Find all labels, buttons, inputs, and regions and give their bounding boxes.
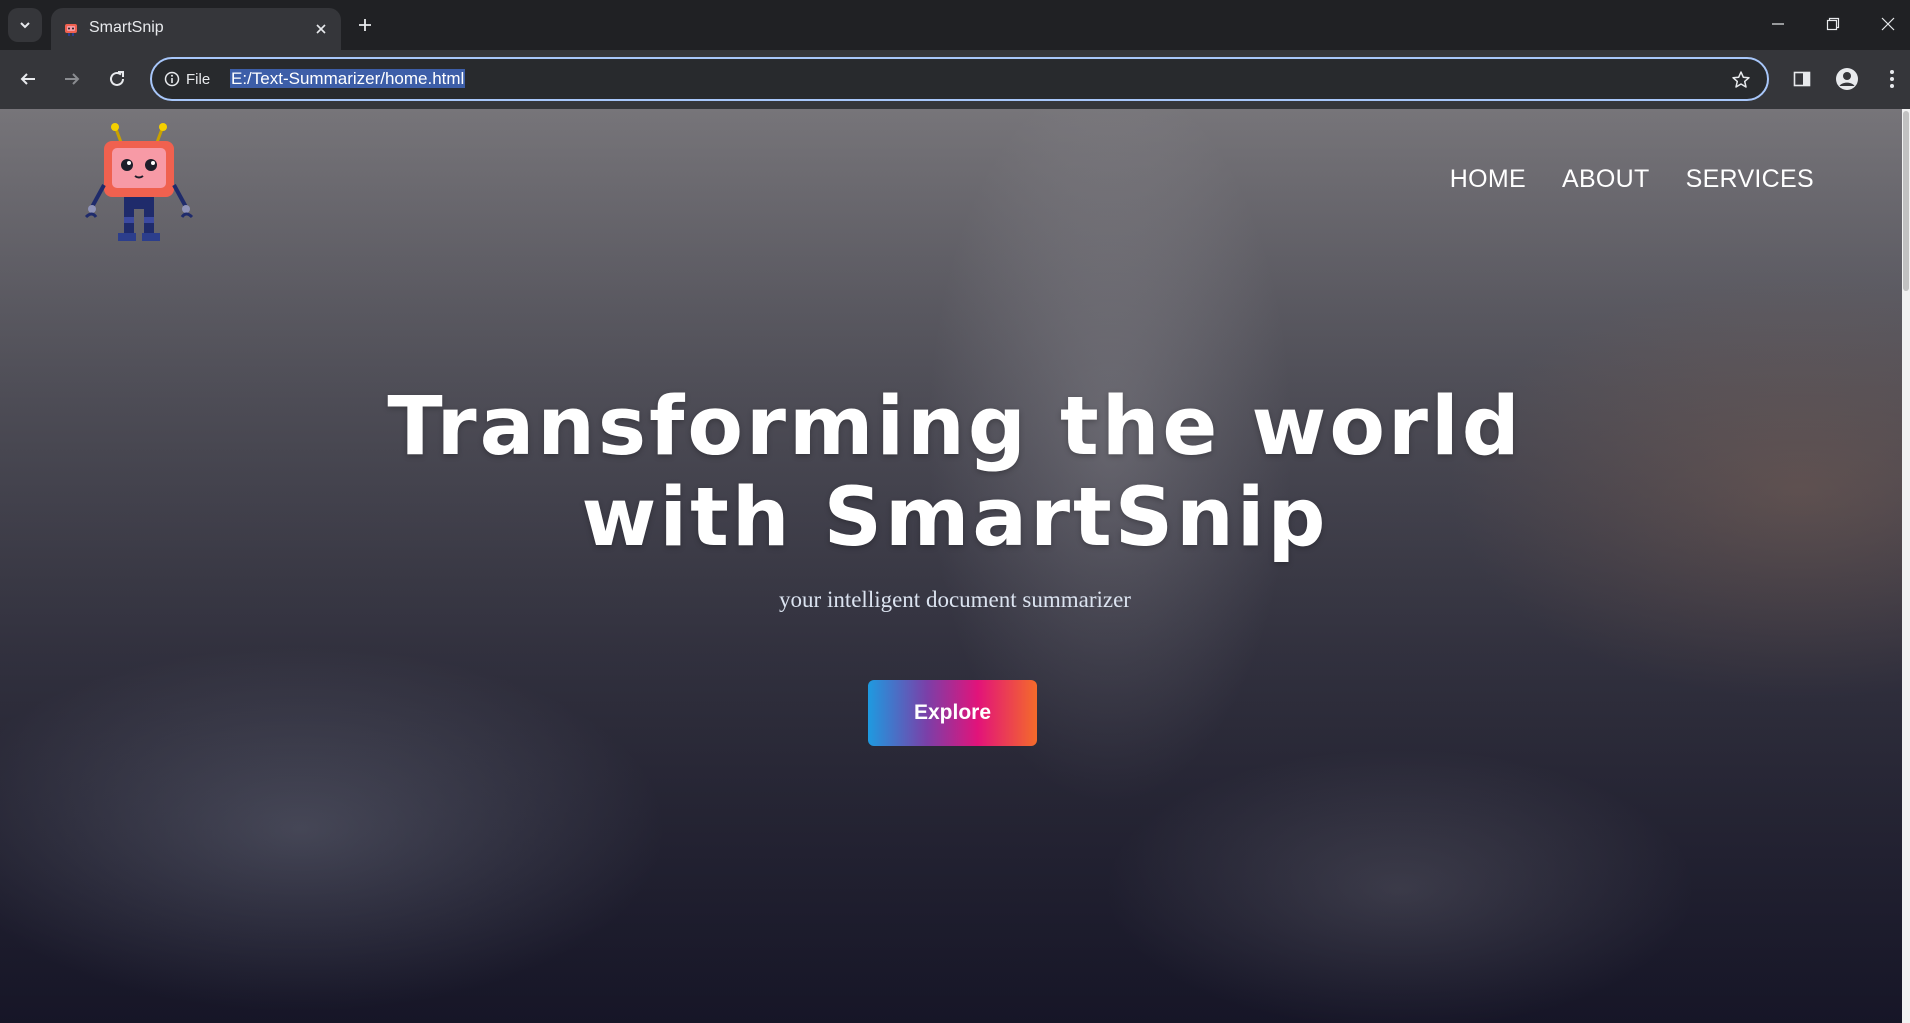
main-nav: HOME ABOUT SERVICES xyxy=(1450,165,1814,194)
site-info-button[interactable]: File xyxy=(164,68,210,90)
explore-button[interactable]: Explore xyxy=(868,680,1037,746)
forward-arrow-icon xyxy=(65,73,80,85)
plus-icon xyxy=(359,19,371,31)
tab-search-button[interactable] xyxy=(8,8,42,42)
bookmark-button[interactable] xyxy=(1729,68,1753,92)
tab-title: SmartSnip xyxy=(89,19,164,36)
side-panel-icon xyxy=(1793,71,1811,87)
restore-button[interactable] xyxy=(1811,8,1855,40)
reload-button[interactable] xyxy=(101,63,133,95)
profile-button[interactable] xyxy=(1831,63,1863,95)
minimize-icon xyxy=(1772,23,1784,25)
robot-logo[interactable] xyxy=(84,123,194,241)
nav-about[interactable]: ABOUT xyxy=(1562,165,1650,194)
hero-subtitle: your intelligent document summarizer xyxy=(779,587,1131,612)
back-button[interactable] xyxy=(12,63,44,95)
forward-button[interactable] xyxy=(56,63,88,95)
page-viewport: HOME ABOUT SERVICES Transforming the wor… xyxy=(0,109,1910,1023)
hero-background xyxy=(0,109,1910,1023)
nav-services[interactable]: SERVICES xyxy=(1686,165,1814,194)
close-icon xyxy=(316,24,326,34)
side-panel-button[interactable] xyxy=(1786,63,1818,95)
browser-menu-button[interactable] xyxy=(1876,63,1908,95)
active-tab[interactable]: SmartSnip xyxy=(51,8,341,50)
star-icon xyxy=(1732,71,1750,88)
minimize-button[interactable] xyxy=(1756,8,1800,40)
robot-favicon-icon xyxy=(65,24,77,36)
close-window-button[interactable] xyxy=(1866,8,1910,40)
kebab-menu-icon xyxy=(1890,70,1894,88)
restore-icon xyxy=(1826,17,1840,31)
url-text[interactable]: E:/Text-Summarizer/home.html xyxy=(230,67,466,91)
new-tab-button[interactable] xyxy=(352,12,378,38)
browser-toolbar: File E:/Text-Summarizer/home.html xyxy=(0,50,1910,109)
nav-home[interactable]: HOME xyxy=(1450,165,1526,194)
hero-title: Transforming the world with SmartSnip xyxy=(0,382,1910,564)
close-window-icon xyxy=(1881,17,1895,31)
profile-icon xyxy=(1836,68,1858,90)
scrollbar-thumb[interactable] xyxy=(1903,111,1909,291)
tab-search-icon xyxy=(20,22,30,29)
hero-title-line-2: with SmartSnip xyxy=(581,471,1329,565)
url-selection: E:/Text-Summarizer/home.html xyxy=(230,69,466,88)
reload-icon xyxy=(110,71,124,86)
tab-close-button[interactable] xyxy=(311,19,331,39)
page-scrollbar[interactable] xyxy=(1902,109,1910,1023)
address-bar[interactable]: File E:/Text-Summarizer/home.html xyxy=(150,57,1769,101)
info-icon xyxy=(164,71,180,87)
hero-title-line-1: Transforming the world xyxy=(387,380,1523,474)
tab-strip: SmartSnip xyxy=(0,0,1910,50)
back-arrow-icon xyxy=(20,73,35,85)
scheme-label: File xyxy=(186,70,211,88)
